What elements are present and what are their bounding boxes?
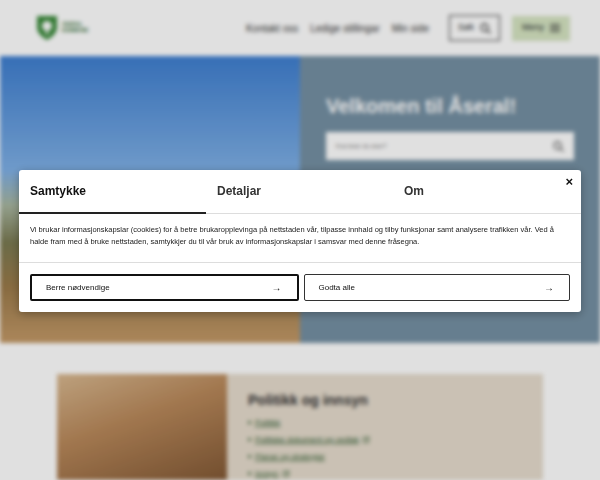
consent-button[interactable]: Berre nødvendige → xyxy=(30,274,299,301)
dialog-tab[interactable]: Om xyxy=(393,170,580,214)
dialog-tab[interactable]: Detaljar xyxy=(206,170,393,214)
tab-label: Detaljar xyxy=(217,182,261,200)
button-label: Godta alle xyxy=(319,282,355,294)
consent-dialog: Samtykke Detaljar Om × Vi brukar informasjon… xyxy=(19,170,581,312)
dialog-tab[interactable]: Samtykke xyxy=(19,170,206,214)
tab-label: Om xyxy=(404,182,424,200)
consent-text: Vi brukar informasjonskapslar (cookies) … xyxy=(19,214,581,263)
dialog-buttons: Berre nødvendige → Godta alle → xyxy=(19,263,581,312)
arrow-icon: → xyxy=(544,280,554,295)
tab-label: Samtykke xyxy=(30,182,86,200)
arrow-icon: → xyxy=(272,280,282,295)
dialog-tabs: Samtykke Detaljar Om × xyxy=(19,170,581,214)
button-label: Berre nødvendige xyxy=(46,282,110,294)
close-button[interactable]: × xyxy=(563,173,575,190)
consent-button[interactable]: Godta alle → xyxy=(304,274,571,301)
